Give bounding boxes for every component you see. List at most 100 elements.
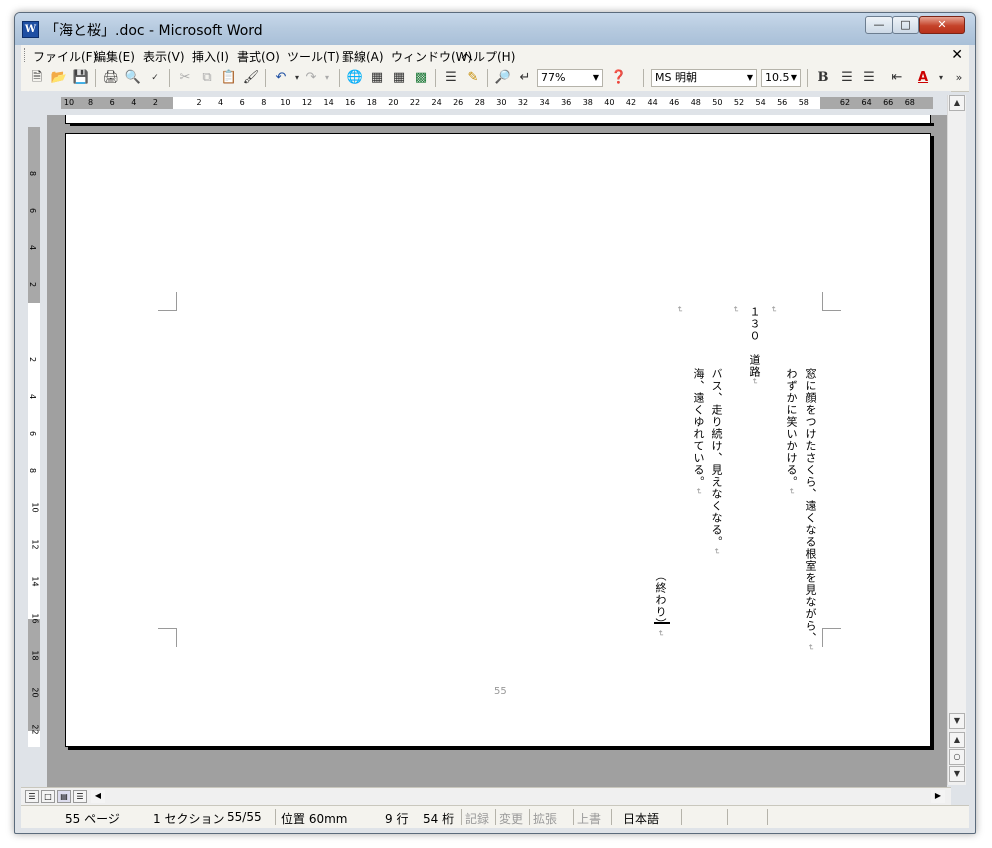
ruler-mark: 8 (88, 98, 94, 107)
word-app-icon[interactable]: W (22, 21, 39, 38)
text-line[interactable]: ↵ (672, 306, 686, 314)
text-line[interactable]: 海、遠くゆれている。↵ (691, 368, 705, 496)
horizontal-scrollbar[interactable]: ☰ □ ▤ ☰ ◀ ▶ (21, 787, 951, 806)
status-ext[interactable]: 拡張 (533, 810, 557, 827)
cut-icon[interactable]: ✂ (175, 68, 195, 88)
help-icon[interactable]: ❓ (609, 68, 629, 88)
document-area[interactable]: 窓に顔をつけたさくら、遠くなる根室を見ながら、↵ わずかに笑いかける。↵ ↵ １… (47, 115, 947, 787)
ruler-mark: 12 (301, 98, 313, 107)
ruler-mark: 62 (839, 98, 851, 107)
status-column: 54 桁 (423, 812, 455, 826)
ending-line[interactable]: （終わり）↵ (653, 570, 667, 638)
close-button[interactable]: ✕ (919, 16, 965, 34)
print-preview-icon[interactable]: 🔍 (123, 68, 143, 88)
align-justify-icon[interactable]: ☰ (859, 68, 879, 88)
ruler-mark: 20 (388, 98, 399, 107)
indent-icon[interactable]: ⇤ (887, 68, 907, 88)
paste-icon[interactable]: 📋 (219, 68, 239, 88)
minimize-button[interactable]: — (865, 16, 893, 34)
print-icon[interactable]: 🖨 (101, 68, 121, 88)
scroll-down-icon[interactable]: ▼ (949, 713, 965, 729)
ruler-mark: 38 (582, 98, 593, 107)
standard-toolbar: 🗎 📂 💾 🖨 🔍 ✓ ✂ ⧉ 📋 🖌 ↶ ▾ ↷ ▾ 🌐 ▦ ▦ ▩ ☰ ✎ … (21, 65, 969, 92)
previous-page-icon[interactable]: ▲ (949, 732, 965, 748)
scroll-left-icon[interactable]: ◀ (91, 790, 105, 803)
next-page-icon[interactable]: ▼ (949, 766, 965, 782)
vertical-scrollbar[interactable]: ▲ ▼ ▲ ○ ▼ (947, 95, 966, 785)
scroll-right-icon[interactable]: ▶ (931, 790, 945, 803)
chevron-down-icon[interactable]: ▼ (593, 70, 599, 86)
zoom-combo[interactable]: 77% ▼ (537, 69, 603, 87)
insert-excel-icon[interactable]: ▩ (411, 68, 431, 88)
normal-view-icon[interactable]: ☰ (25, 790, 39, 803)
drawing-icon[interactable]: ✎ (463, 68, 483, 88)
columns-icon[interactable]: ☰ (441, 68, 461, 88)
status-rec[interactable]: 記録 (465, 810, 489, 827)
outline-view-icon[interactable]: ☰ (73, 790, 87, 803)
status-ovr[interactable]: 上書 (577, 810, 601, 827)
font-color-button[interactable]: A (913, 68, 933, 88)
text-line[interactable]: わずかに笑いかける。↵ (784, 368, 798, 496)
menubar-grip[interactable] (24, 48, 27, 62)
crop-mark (822, 292, 841, 311)
status-separator (767, 809, 768, 825)
save-icon[interactable]: 💾 (71, 68, 91, 88)
ruler-mark: 46 (669, 98, 680, 107)
ruler-mark: 6 (28, 430, 38, 437)
menu-file[interactable]: ファイル(F) (33, 48, 97, 65)
print-layout-view-icon[interactable]: ▤ (57, 790, 71, 803)
text-line[interactable]: バス、走り続け、見えなくなる。↵ (709, 368, 723, 556)
spelling-check-icon[interactable]: ✓ (145, 68, 165, 88)
new-document-icon[interactable]: 🗎 (27, 68, 47, 88)
font-name-combo[interactable]: MS 明朝 ▼ (651, 69, 757, 87)
web-layout-view-icon[interactable]: □ (41, 790, 55, 803)
open-folder-icon[interactable]: 📂 (49, 68, 69, 88)
insert-table-icon[interactable]: ▦ (389, 68, 409, 88)
ruler-mark: 54 (755, 98, 766, 107)
document-page[interactable]: 窓に顔をつけたさくら、遠くなる根室を見ながら、↵ わずかに笑いかける。↵ ↵ １… (65, 133, 931, 747)
menu-view[interactable]: 表示(V) (143, 48, 185, 65)
scroll-up-icon[interactable]: ▲ (949, 95, 965, 111)
text-line[interactable]: ↵ (766, 306, 780, 314)
status-section: 1 セクション (153, 812, 225, 826)
text-line[interactable]: 窓に顔をつけたさくら、遠くなる根室を見ながら、↵ (803, 368, 817, 652)
toolbar-overflow-icon[interactable]: » (949, 68, 969, 88)
menu-insert[interactable]: 挿入(I) (192, 48, 229, 65)
align-left-icon[interactable]: ☰ (837, 68, 857, 88)
copy-icon[interactable]: ⧉ (197, 68, 217, 88)
document-map-icon[interactable]: 🔎 (493, 68, 513, 88)
show-hide-icon[interactable]: ↵ (515, 68, 535, 88)
font-size-combo[interactable]: 10.5 ▼ (761, 69, 801, 87)
maximize-button[interactable]: □ (892, 16, 919, 34)
status-separator (529, 809, 530, 825)
menu-help[interactable]: ヘルプ(H) (461, 48, 515, 65)
text-line[interactable]: １３０ 道路↵ (747, 306, 761, 386)
horizontal-ruler[interactable]: 10 8 6 4 2 2 4 6 8 10 12 14 16 18 20 22 24 26 28 30 32 34 36 3… (21, 91, 951, 115)
tables-borders-icon[interactable]: ▦ (367, 68, 387, 88)
status-trk[interactable]: 変更 (499, 810, 523, 827)
chevron-down-icon[interactable]: ▼ (747, 70, 753, 86)
ruler-mark: 68 (904, 98, 915, 107)
format-painter-icon[interactable]: 🖌 (241, 68, 261, 88)
title-bar[interactable]: W 「海と桜」.doc - Microsoft Word — □ ✕ (15, 13, 975, 45)
chevron-down-icon[interactable]: ▼ (791, 70, 797, 86)
vertical-ruler[interactable]: 8 6 4 2 2 4 6 8 10 12 14 16 18 20 22 (21, 115, 47, 747)
crop-mark (822, 628, 841, 647)
status-page-of: 55/55 (227, 810, 262, 824)
menu-format[interactable]: 書式(O) (237, 48, 280, 65)
document-close-icon[interactable]: ✕ (951, 47, 963, 63)
bold-button[interactable]: B (813, 68, 833, 88)
font-color-dropdown-icon[interactable]: ▾ (931, 68, 951, 88)
menu-edit[interactable]: 編集(E) (94, 48, 135, 65)
hyperlink-icon[interactable]: 🌐 (345, 68, 365, 88)
text-line[interactable]: ↵ (728, 306, 742, 314)
toolbar-separator (265, 69, 266, 87)
select-browse-object-icon[interactable]: ○ (949, 749, 965, 765)
menu-table[interactable]: 罫線(A) (342, 48, 384, 65)
toolbar-separator (169, 69, 170, 87)
menu-tools[interactable]: ツール(T) (287, 48, 340, 65)
toolbar-separator (435, 69, 436, 87)
status-bar: 55 ページ 1 セクション 55/55 位置 60mm 9 行 54 桁 記録… (21, 805, 969, 828)
ruler-mark: 2 (28, 281, 38, 288)
redo-dropdown-icon[interactable]: ▾ (317, 68, 337, 88)
